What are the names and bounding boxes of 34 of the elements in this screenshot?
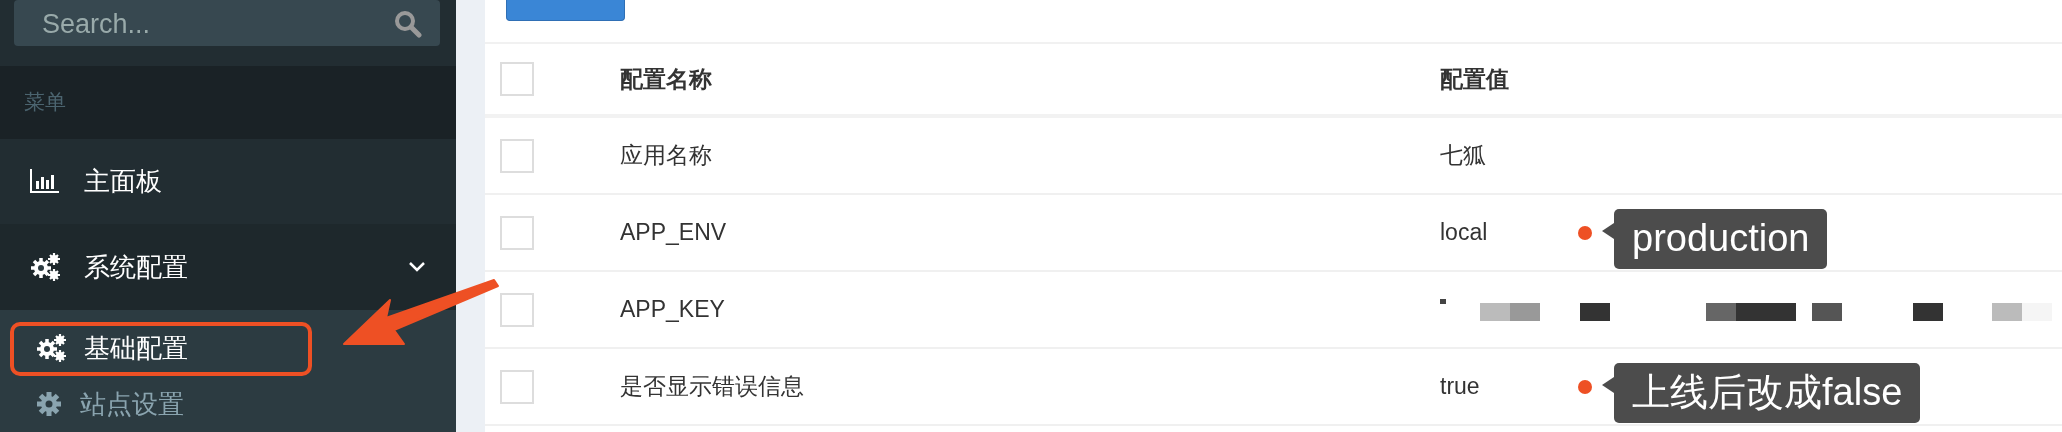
search-input[interactable]: Search...	[42, 9, 342, 47]
submenu-item[interactable]: 基础配置	[0, 320, 456, 376]
gears-icon	[36, 334, 66, 362]
new-button[interactable]	[506, 0, 625, 21]
search-field[interactable]: Search...	[14, 0, 440, 47]
gear-icon	[36, 391, 62, 417]
submenu-item[interactable]: 站点设置	[0, 376, 456, 432]
gears-icon	[30, 253, 60, 282]
checkbox[interactable]	[500, 292, 534, 327]
annotation-dot	[1578, 379, 1592, 394]
table-cell-text: 是否显示错误信息	[620, 372, 805, 401]
search-icon	[394, 10, 422, 39]
tooltip-pointer	[1602, 222, 1614, 239]
table-cell-text: APP_KEY	[620, 296, 726, 323]
bar-chart-icon	[30, 169, 60, 194]
column-header: 配置值	[1440, 64, 1510, 94]
table-cell-text: local	[1440, 219, 1489, 246]
menu-header-label: 菜单	[24, 89, 66, 116]
column-header: 配置名称	[620, 64, 713, 94]
table-cell-text: 七狐	[1440, 141, 1487, 170]
tooltip-pointer	[1602, 376, 1614, 393]
table-cell-text: true	[1440, 373, 1481, 400]
checkbox[interactable]	[500, 369, 534, 404]
annotation-tooltip: 上线后改成false	[1602, 362, 1921, 423]
table-cell-text: 应用名称	[620, 141, 713, 170]
annotation-dot	[1578, 225, 1592, 240]
sidebar-item[interactable]: 系统配置	[0, 224, 456, 310]
chevron-down-icon	[408, 261, 426, 274]
checkbox[interactable]	[500, 215, 534, 250]
table-cell-text: APP_ENV	[620, 219, 728, 246]
sidebar-item[interactable]: 主面板	[0, 138, 456, 225]
annotation-tooltip: production	[1602, 208, 1828, 269]
checkbox[interactable]	[500, 62, 534, 96]
checkbox[interactable]	[500, 138, 534, 173]
